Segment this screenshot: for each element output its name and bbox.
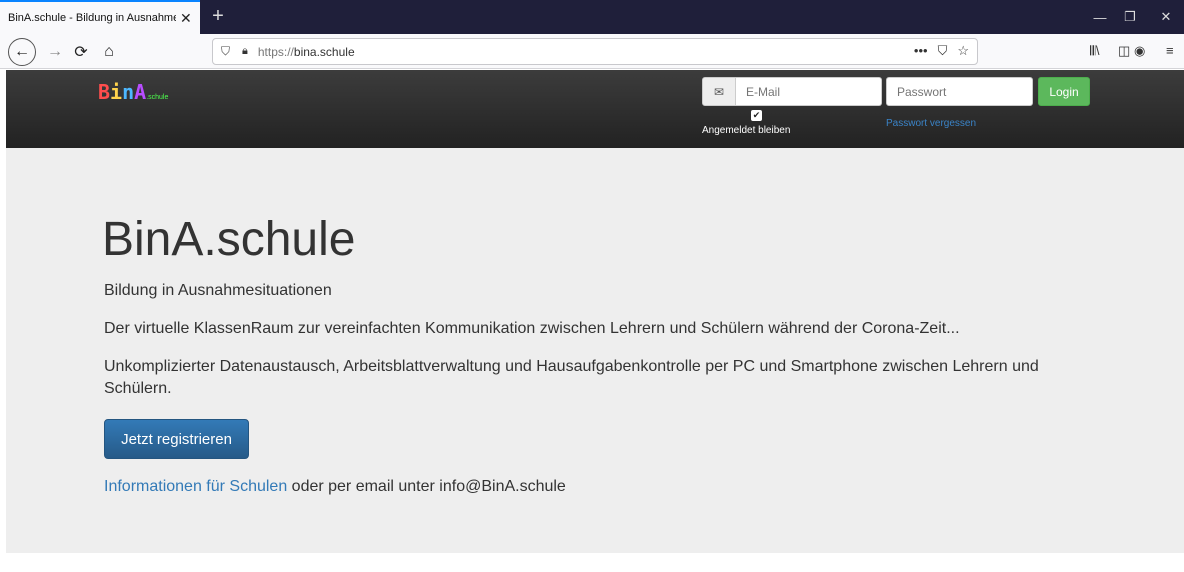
menu-icon[interactable]: ≡ bbox=[1166, 43, 1174, 58]
browser-tab[interactable]: BinA.schule - Bildung in Ausnahme ✕ bbox=[0, 0, 200, 34]
account-icon[interactable]: ◉ bbox=[1134, 43, 1145, 59]
remember-me-label: Angemeldet bleiben bbox=[702, 125, 791, 136]
envelope-icon: ✉ bbox=[702, 77, 736, 106]
email-field-group: ✉ bbox=[702, 77, 882, 106]
contact-text: oder per email unter info@BinA.schule bbox=[287, 478, 566, 495]
pocket-icon[interactable]: ⛉ bbox=[938, 43, 948, 59]
page-actions-icon[interactable]: ••• bbox=[914, 43, 928, 59]
new-tab-icon[interactable]: + bbox=[206, 2, 230, 30]
nav-toolbar: ← → ⟳ ⌂ ⛉ 🔒︎ https://bina.schule ••• ⛉ ☆… bbox=[0, 34, 1184, 69]
close-tab-icon[interactable]: ✕ bbox=[180, 10, 192, 27]
remember-me-checkbox[interactable]: ✔ bbox=[751, 110, 762, 121]
library-icon[interactable]: 𝄃𝄃\ bbox=[1090, 43, 1099, 59]
url-text[interactable]: https://bina.schule bbox=[258, 45, 355, 59]
lock-icon[interactable]: 🔒︎ bbox=[242, 45, 248, 58]
subtitle: Bildung in Ausnahmesituationen bbox=[104, 282, 332, 299]
forward-icon[interactable]: → bbox=[42, 39, 68, 65]
tab-strip: BinA.schule - Bildung in Ausnahme ✕ + — … bbox=[0, 0, 1184, 34]
tracking-shield-icon[interactable]: ⛉ bbox=[221, 44, 230, 59]
password-field[interactable] bbox=[886, 77, 1033, 106]
bookmark-star-icon[interactable]: ☆ bbox=[957, 43, 969, 59]
forgot-password-link[interactable]: Passwort vergessen bbox=[886, 118, 976, 129]
info-line: Informationen für Schulen oder per email… bbox=[104, 478, 566, 496]
intro-text: Der virtuelle KlassenRaum zur vereinfach… bbox=[104, 320, 960, 337]
hero-section: BinA.schule Bildung in Ausnahmesituation… bbox=[6, 148, 1184, 553]
page-title: BinA.schule bbox=[102, 213, 356, 266]
register-button[interactable]: Jetzt registrieren bbox=[104, 419, 249, 459]
back-icon[interactable]: ← bbox=[8, 38, 36, 66]
url-bar[interactable]: ⛉ 🔒︎ https://bina.schule ••• ⛉ ☆ bbox=[212, 38, 978, 65]
restore-icon[interactable]: ❐ bbox=[1112, 0, 1148, 34]
school-info-link[interactable]: Informationen für Schulen bbox=[104, 478, 287, 495]
tab-title: BinA.schule - Bildung in Ausnahme bbox=[8, 12, 176, 24]
home-icon[interactable]: ⌂ bbox=[96, 39, 122, 65]
sidebar-icon[interactable]: ◫ bbox=[1118, 43, 1130, 59]
site-logo[interactable]: BinA.schule bbox=[98, 80, 168, 104]
close-window-icon[interactable]: ✕ bbox=[1148, 0, 1184, 34]
description-text: Unkomplizierter Datenaustausch, Arbeitsb… bbox=[104, 358, 1039, 397]
reload-icon[interactable]: ⟳ bbox=[68, 39, 94, 65]
login-button[interactable]: Login bbox=[1038, 77, 1090, 106]
email-field[interactable] bbox=[736, 77, 882, 106]
site-header: BinA.schule ✉ Login ✔ Angemeldet bleiben… bbox=[6, 70, 1184, 148]
